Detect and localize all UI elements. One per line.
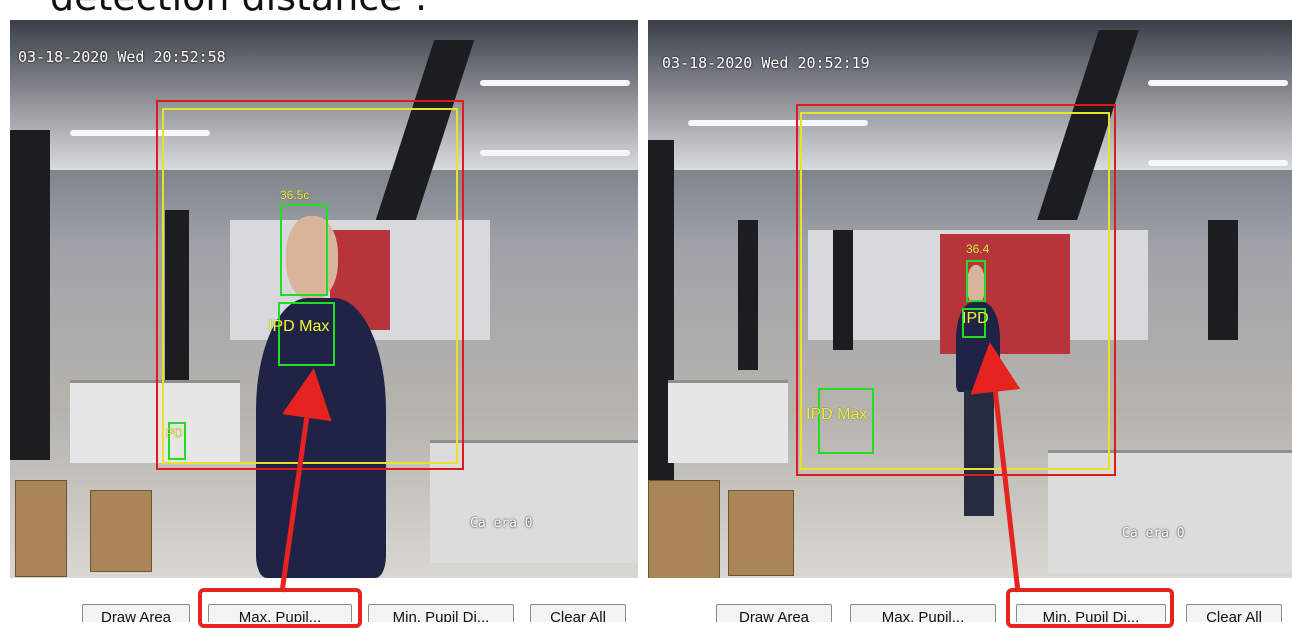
timestamp: 03-18-2020 Wed 20:52:58 bbox=[18, 48, 226, 66]
toolbar-right: Draw Area Max. Pupil... Min. Pupil Di...… bbox=[646, 596, 1292, 622]
clear-all-button[interactable]: Clear All bbox=[530, 604, 626, 622]
min-pupil-button[interactable]: Min. Pupil Di... bbox=[368, 604, 514, 622]
ipd-label: IPD bbox=[962, 310, 989, 327]
face-box bbox=[280, 204, 328, 296]
draw-area-button[interactable]: Draw Area bbox=[82, 604, 190, 622]
draw-area-button[interactable]: Draw Area bbox=[716, 604, 832, 622]
camera-caption: Ca era 0 bbox=[470, 516, 533, 531]
max-pupil-button[interactable]: Max. Pupil... bbox=[850, 604, 996, 622]
ipd-min-label: PD bbox=[166, 426, 183, 440]
camera-view-right: 03-18-2020 Wed 20:52:19 Ca era 0 36.4 IP… bbox=[648, 20, 1292, 578]
ceiling-light bbox=[480, 150, 630, 156]
cardboard-box bbox=[15, 480, 67, 577]
cardboard-box bbox=[728, 490, 794, 576]
pillar-mid bbox=[738, 220, 758, 370]
min-pupil-highlight bbox=[1006, 588, 1174, 628]
max-pupil-highlight bbox=[198, 588, 362, 628]
pillar-left bbox=[10, 130, 50, 460]
ceiling-light bbox=[480, 80, 630, 86]
ipd-max-label: IPD Max bbox=[806, 406, 868, 423]
ceiling-light bbox=[1148, 80, 1288, 86]
face-temp-label: 36.5c bbox=[280, 188, 310, 202]
timestamp: 03-18-2020 Wed 20:52:19 bbox=[662, 54, 870, 72]
desk bbox=[668, 380, 788, 463]
face-box bbox=[966, 260, 986, 302]
face-temp-label: 36.4 bbox=[966, 242, 990, 256]
cardboard-box bbox=[90, 490, 152, 572]
camera-caption: Ca era 0 bbox=[1122, 526, 1185, 541]
pillar-right bbox=[1208, 220, 1238, 340]
camera-view-left: 03-18-2020 Wed 20:52:58 Ca era 0 36.5c I… bbox=[10, 20, 638, 578]
ipd-max-label: IPD Max bbox=[268, 318, 330, 335]
clear-all-button[interactable]: Clear All bbox=[1186, 604, 1282, 622]
page-heading: detection distance : bbox=[50, 0, 427, 20]
ceiling-light bbox=[1148, 160, 1288, 166]
cardboard-box bbox=[648, 480, 720, 578]
